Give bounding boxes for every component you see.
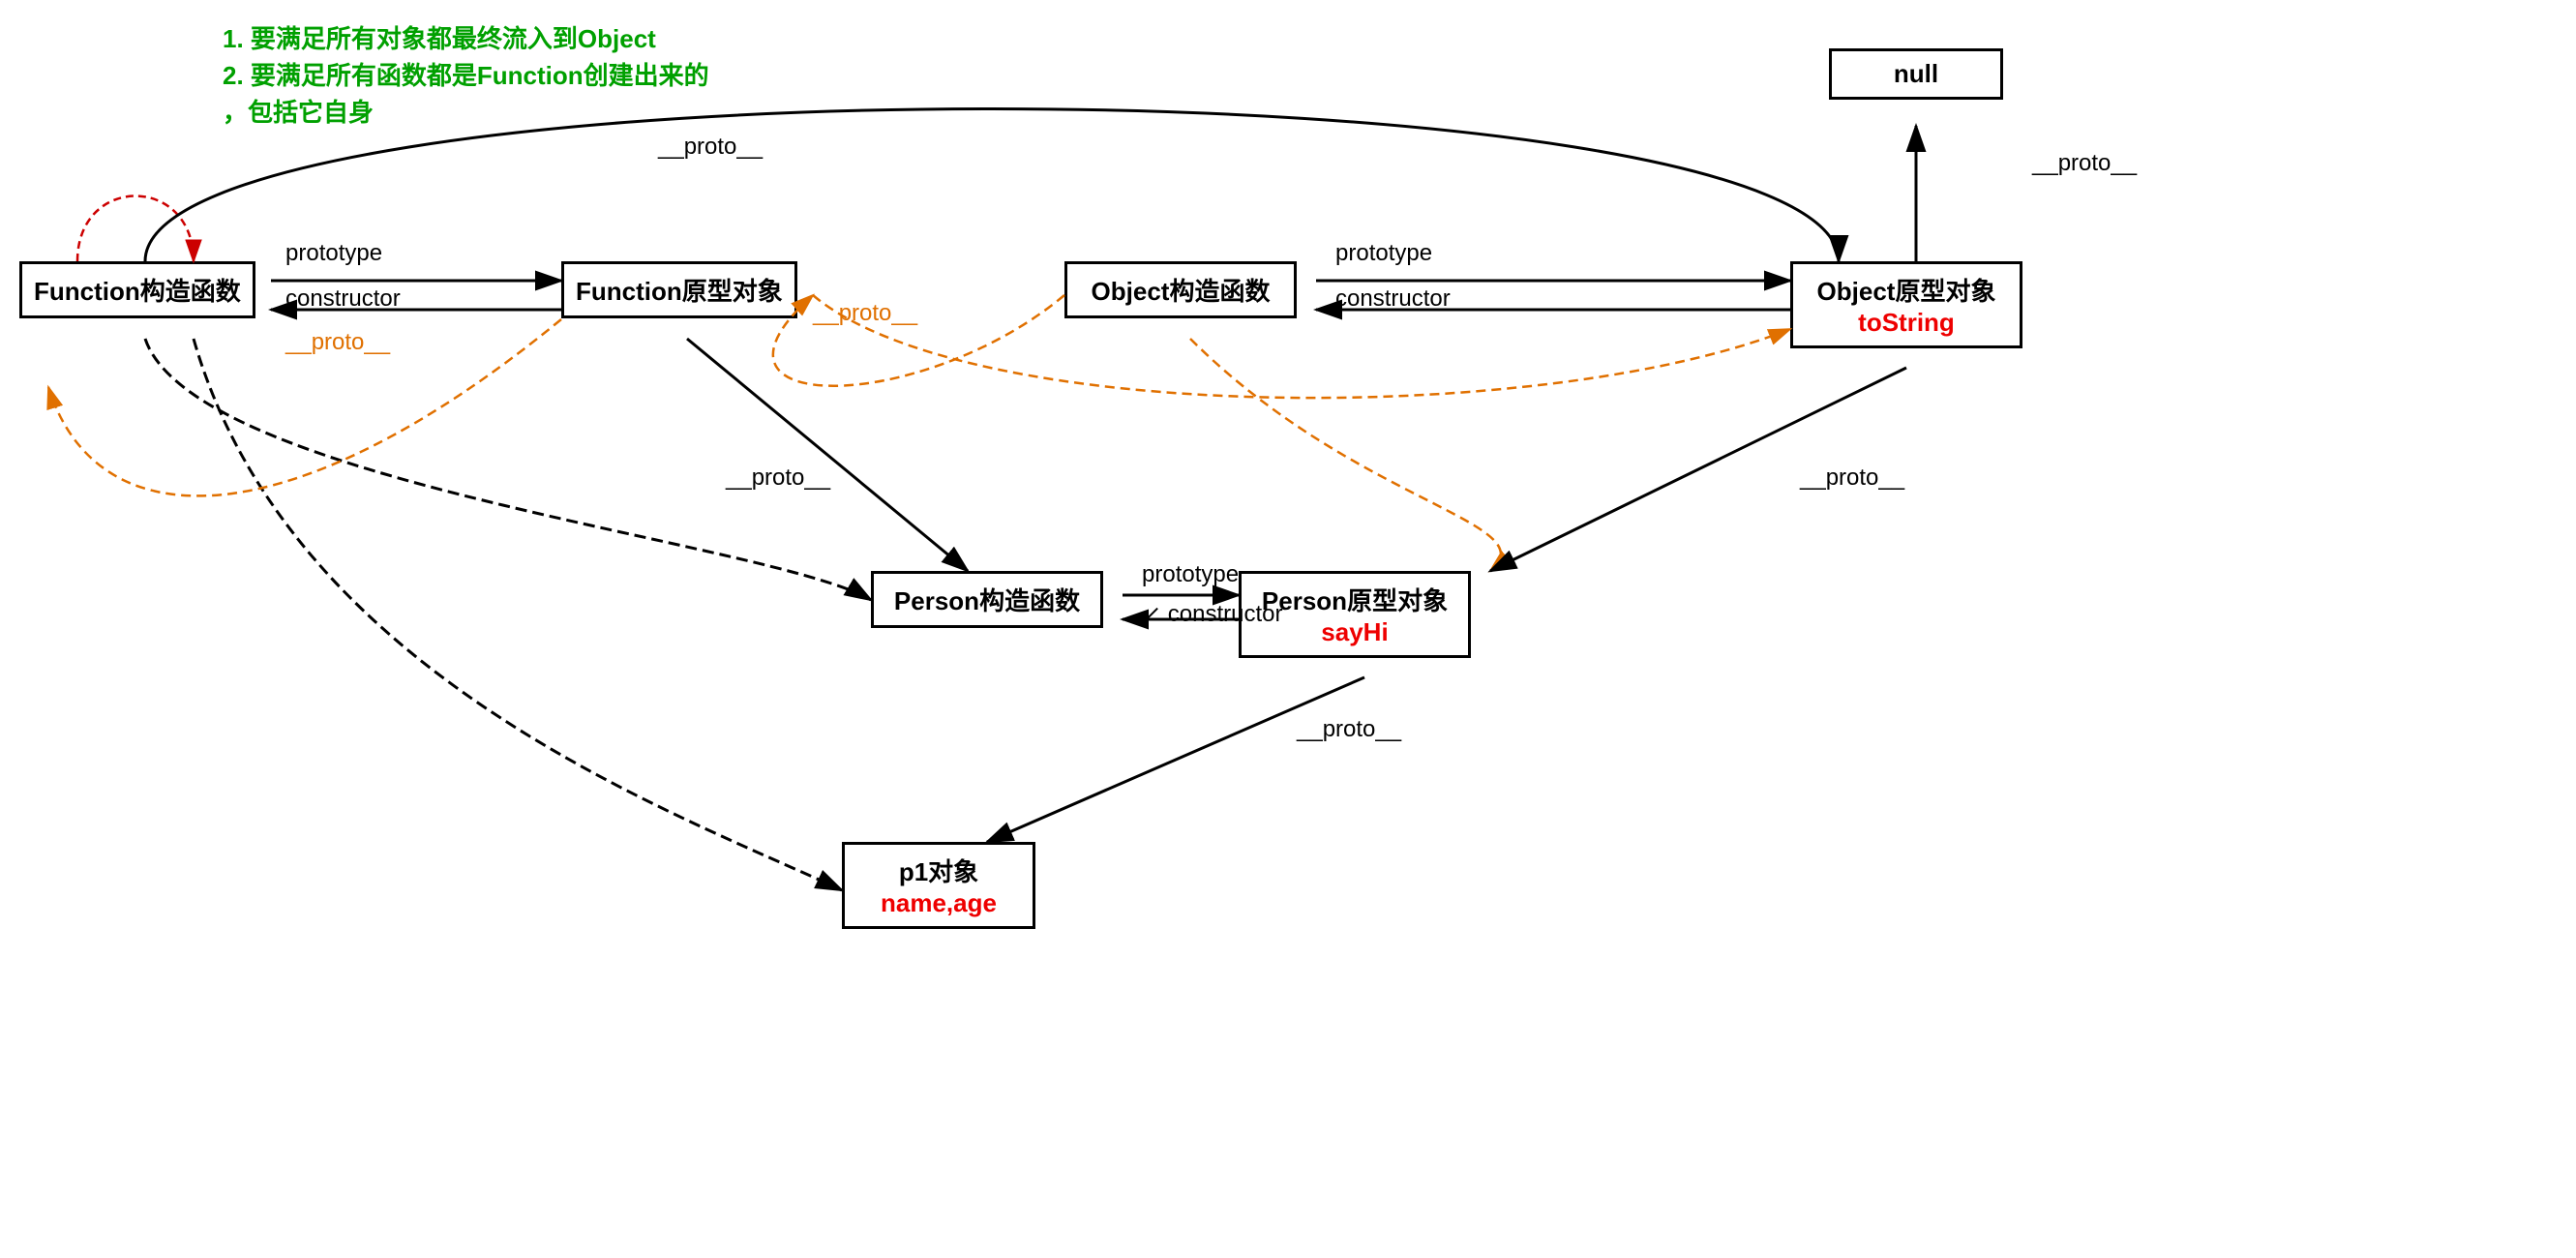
label-op-oc-ctor: constructor <box>1335 285 1451 313</box>
label-pp-p1-proto: __proto__ <box>1297 716 1401 743</box>
label-op-null-proto: __proto__ <box>2032 150 2137 177</box>
person-ctor-box: Person构造函数 <box>871 571 1103 628</box>
label-top-proto: __proto__ <box>658 134 763 161</box>
label-fp-pc-proto: __proto__ <box>726 464 830 492</box>
function-proto-box: Function原型对象 <box>561 261 797 318</box>
note2: 2. 要满足所有函数都是Function创建出来的 <box>223 56 709 92</box>
object-proto-box: Object原型对象 toString <box>1790 261 2022 348</box>
label-pc-pp-proto: prototype <box>1142 561 1239 588</box>
note1: 1. 要满足所有对象都最终流入到Object <box>223 19 656 55</box>
null-box: null <box>1829 48 2003 100</box>
label-fp-fc-ctor: constructor <box>285 285 401 313</box>
label-op-pp-proto: __proto__ <box>1800 464 1904 492</box>
label-orange-proto-mid: __proto__ <box>813 300 917 327</box>
note3: ，包括它自身 <box>223 93 374 129</box>
p1-box: p1对象 name,age <box>842 842 1035 929</box>
label-oc-op-proto: prototype <box>1335 240 1432 267</box>
function-ctor-box: Function构造函数 <box>19 261 255 318</box>
label-pp-pc-ctor: ↙ constructor <box>1142 600 1283 628</box>
label-fp-fc-proto2: __proto__ <box>285 329 390 356</box>
label-fc-fp-proto: prototype <box>285 240 382 267</box>
object-ctor-box: Object构造函数 <box>1064 261 1297 318</box>
diagram: 1. 要满足所有对象都最终流入到Object 2. 要满足所有函数都是Funct… <box>0 0 2576 1258</box>
